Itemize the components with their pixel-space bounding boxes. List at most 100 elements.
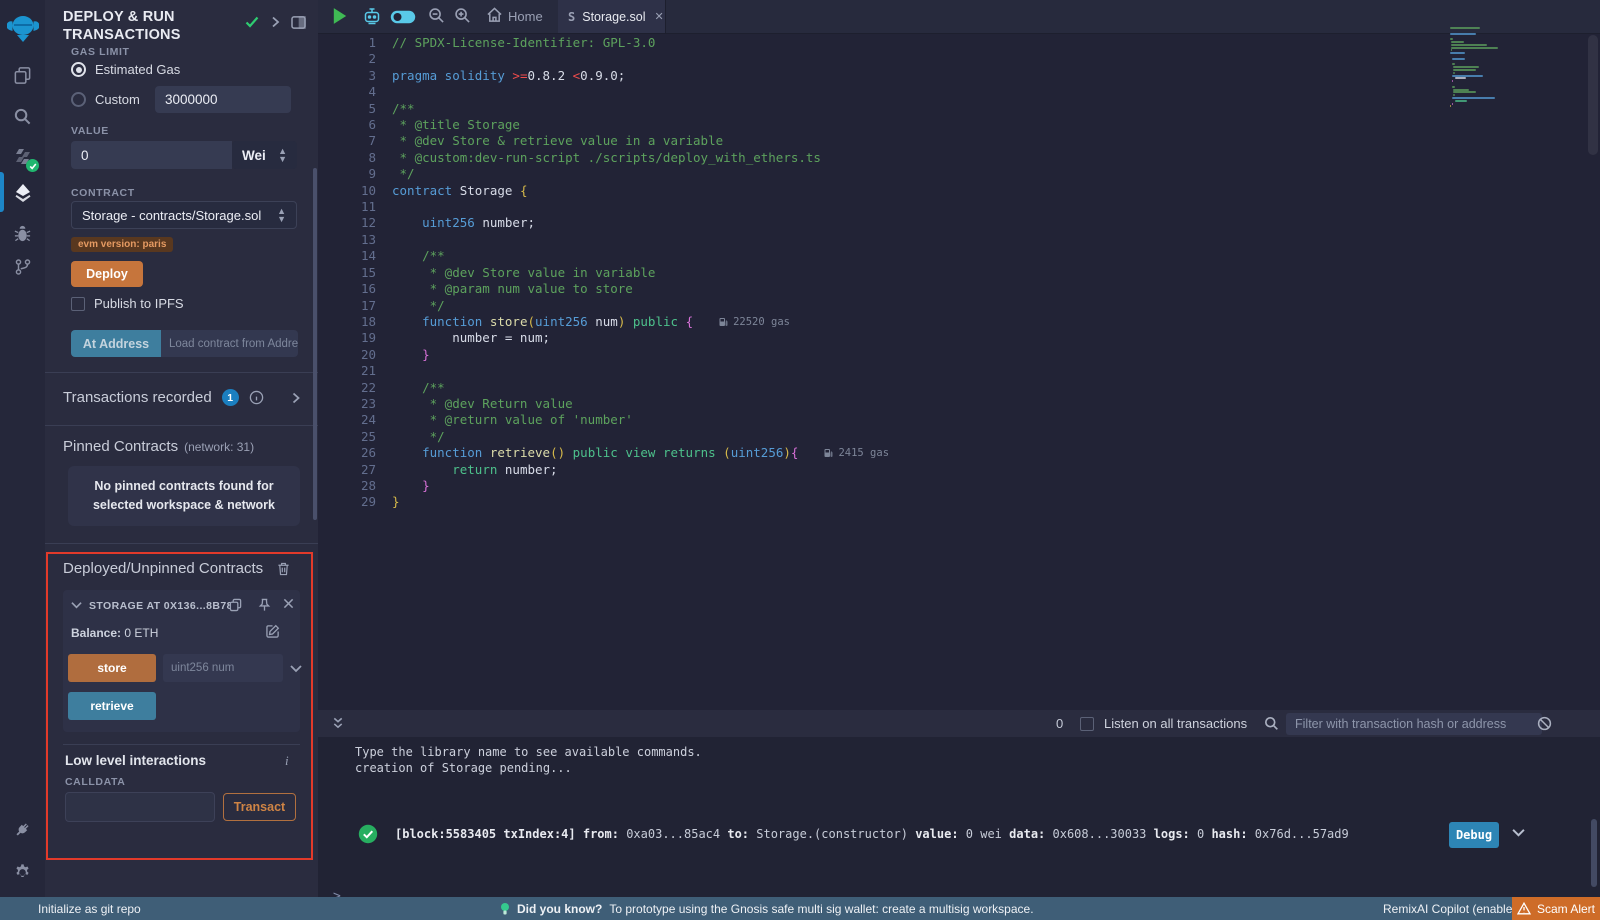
low-level-info-icon[interactable]: i — [285, 753, 289, 769]
pin-panel-icon[interactable] — [291, 16, 306, 29]
listen-transactions-checkbox[interactable] — [1080, 717, 1094, 731]
code-line[interactable]: 18 function store(uint256 num) public {2… — [318, 314, 1470, 330]
minimap-line — [1450, 33, 1476, 35]
deploy-button[interactable]: Deploy — [71, 261, 143, 287]
home-icon[interactable] — [486, 7, 503, 23]
value-input[interactable]: 0 — [71, 141, 232, 169]
code-line[interactable]: 14 /** — [318, 248, 1470, 264]
ai-copilot-robot-icon[interactable] — [362, 7, 382, 26]
pinned-empty-message: No pinned contracts found for selected w… — [68, 466, 300, 526]
copilot-status[interactable]: RemixAI Copilot (enabled) — [1383, 902, 1523, 916]
code-line[interactable]: 7 * @dev Store & retrieve value in a var… — [318, 133, 1470, 149]
deploy-run-icon[interactable] — [0, 176, 45, 210]
code-line[interactable]: 16 * @param num value to store — [318, 281, 1470, 297]
zoom-out-icon[interactable] — [428, 7, 445, 24]
custom-gas-input[interactable]: 3000000 — [155, 86, 291, 113]
panel-expand-chevron-icon[interactable] — [271, 16, 280, 28]
code-line[interactable]: 10contract Storage { — [318, 183, 1470, 199]
code-line[interactable]: 5/** — [318, 101, 1470, 117]
run-script-play-icon[interactable] — [332, 7, 348, 25]
code-line[interactable]: 28 } — [318, 478, 1470, 494]
debugger-icon[interactable] — [0, 216, 45, 250]
editor-scrollbar[interactable] — [1588, 35, 1598, 155]
estimated-gas-radio[interactable] — [71, 62, 86, 77]
terminal-scrollbar[interactable] — [1591, 819, 1597, 887]
transactions-info-icon[interactable] — [249, 390, 264, 405]
store-args-input[interactable]: uint256 num — [163, 654, 283, 682]
code-line[interactable]: 27 return number; — [318, 462, 1470, 478]
contract-collapse-chevron-icon[interactable] — [71, 601, 82, 609]
contract-instance-title[interactable]: STORAGE AT 0X136...8B78 — [89, 600, 233, 612]
copy-icon[interactable] — [229, 598, 242, 612]
terminal-filter-input[interactable] — [1286, 713, 1542, 735]
code-line[interactable]: 22 /** — [318, 380, 1470, 396]
transact-button[interactable]: Transact — [223, 793, 296, 821]
home-tab-label[interactable]: Home — [508, 9, 543, 24]
code-line[interactable]: 15 * @dev Store value in variable — [318, 265, 1470, 281]
plugin-manager-icon[interactable] — [0, 812, 45, 846]
code-line[interactable]: 2 — [318, 51, 1470, 67]
close-tab-icon[interactable]: ✕ — [654, 10, 663, 23]
code-line[interactable]: 9 */ — [318, 166, 1470, 182]
code-line[interactable]: 29} — [318, 494, 1470, 510]
code-line[interactable]: 17 */ — [318, 298, 1470, 314]
store-function-button[interactable]: store — [68, 654, 156, 682]
code-text: /** — [392, 248, 445, 264]
file-explorer-icon[interactable] — [0, 58, 45, 92]
edit-balance-icon[interactable] — [266, 624, 280, 638]
code-line[interactable]: 19 number = num; — [318, 330, 1470, 346]
zoom-in-icon[interactable] — [454, 7, 471, 24]
code-line[interactable]: 12 uint256 number; — [318, 215, 1470, 231]
scam-alert-button[interactable]: Scam Alert — [1512, 897, 1600, 920]
contract-select[interactable]: Storage - contracts/Storage.sol ▲▼ — [71, 201, 297, 229]
minimap-line — [1450, 52, 1465, 54]
code-line[interactable]: 1// SPDX-License-Identifier: GPL-3.0 — [318, 35, 1470, 51]
tab-storage-sol[interactable]: S Storage.sol ✕ — [558, 0, 666, 33]
custom-gas-radio[interactable] — [71, 92, 86, 107]
trash-icon[interactable] — [277, 562, 290, 576]
code-line[interactable]: 4 — [318, 84, 1470, 100]
code-line[interactable]: 23 * @dev Return value — [318, 396, 1470, 412]
copilot-toggle-icon[interactable] — [390, 10, 416, 24]
pin-contract-icon[interactable] — [258, 598, 271, 612]
panel-scrollbar[interactable] — [313, 168, 317, 520]
code-text: pragma solidity >=0.8.2 <0.9.0; — [392, 68, 625, 84]
git-init-status[interactable]: Initialize as git repo — [38, 902, 141, 916]
tx-log-entry[interactable]: [block:5583405 txIndex:4] from: 0xa03...… — [395, 827, 1349, 841]
remix-logo-icon[interactable] — [0, 8, 45, 48]
search-icon[interactable] — [0, 99, 45, 133]
value-unit-select[interactable]: Wei ▲▼ — [232, 141, 297, 169]
line-number: 21 — [318, 363, 392, 379]
code-line[interactable]: 8 * @custom:dev-run-script ./scripts/dep… — [318, 150, 1470, 166]
code-line[interactable]: 11 — [318, 199, 1470, 215]
code-text: } — [392, 494, 400, 510]
settings-gear-icon[interactable] — [0, 855, 45, 889]
at-address-button[interactable]: At Address — [71, 330, 161, 357]
code-line[interactable]: 20 } — [318, 347, 1470, 363]
close-contract-icon[interactable] — [283, 598, 294, 609]
code-line[interactable]: 24 * @return value of 'number' — [318, 412, 1470, 428]
editor-minimap[interactable] — [1450, 27, 1562, 111]
code-line[interactable]: 6 * @title Storage — [318, 117, 1470, 133]
expand-terminal-chevrons-icon[interactable] — [332, 717, 344, 730]
calldata-input[interactable] — [65, 792, 215, 822]
code-line[interactable]: 26 function retrieve() public view retur… — [318, 445, 1470, 461]
tx-expand-chevron-icon[interactable] — [1512, 828, 1525, 837]
at-address-input[interactable]: Load contract from Addre — [161, 330, 298, 357]
remix-ide-app: DEPLOY & RUN TRANSACTIONS GAS LIMIT Esti… — [0, 0, 1600, 920]
code-editor[interactable]: 1// SPDX-License-Identifier: GPL-3.023pr… — [318, 35, 1470, 710]
clear-terminal-icon[interactable] — [1537, 716, 1552, 731]
git-icon[interactable] — [0, 250, 45, 284]
code-line[interactable]: 3pragma solidity >=0.8.2 <0.9.0; — [318, 68, 1470, 84]
code-line[interactable]: 21 — [318, 363, 1470, 379]
line-number: 16 — [318, 281, 392, 297]
code-line[interactable]: 25 */ — [318, 429, 1470, 445]
code-line[interactable]: 13 — [318, 232, 1470, 248]
terminal-body[interactable]: Type the library name to see available c… — [318, 737, 1600, 897]
solidity-compiler-icon[interactable] — [0, 140, 45, 174]
debug-button[interactable]: Debug — [1449, 822, 1499, 848]
expand-args-chevron-icon[interactable] — [290, 664, 302, 673]
retrieve-function-button[interactable]: retrieve — [68, 692, 156, 720]
transactions-expand-chevron-icon[interactable] — [292, 392, 300, 404]
publish-ipfs-checkbox[interactable] — [71, 297, 85, 311]
